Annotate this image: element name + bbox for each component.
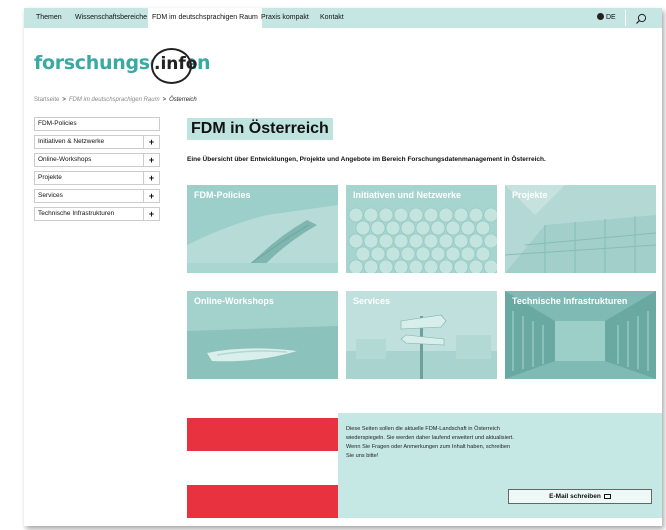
page-subtitle: Eine Übersicht über Entwicklungen, Proje…: [187, 156, 546, 163]
top-navigation: Themen Wissenschaftsbereiche FDM im deut…: [24, 8, 662, 28]
tile-online-workshops[interactable]: Online-Workshops: [187, 291, 338, 379]
language-label: DE: [606, 14, 616, 21]
page-title: FDM in Österreich: [187, 118, 333, 140]
flag-stripe-white: [187, 451, 338, 485]
page: Themen Wissenschaftsbereiche FDM im deut…: [24, 8, 662, 526]
flag-stripe-red-bottom: [187, 485, 338, 518]
tile-fdm-policies[interactable]: FDM-Policies: [187, 185, 338, 273]
sidebar-item-services[interactable]: Services +: [34, 189, 160, 203]
globe-icon: [597, 13, 604, 20]
expand-icon[interactable]: +: [143, 153, 159, 167]
sidebar-item-fdm-policies[interactable]: FDM-Policies: [34, 117, 160, 131]
tile-label: Services: [353, 296, 391, 306]
breadcrumb-home[interactable]: Startseite: [34, 97, 59, 103]
expand-icon[interactable]: +: [143, 207, 159, 221]
breadcrumb: Startseite > FDM im deutschsprachigen Raum…: [34, 97, 197, 103]
sidebar-item-label: Projekte: [38, 174, 62, 181]
envelope-icon: [603, 494, 611, 499]
logo-suffix: .info: [154, 54, 198, 74]
email-button-label: E-Mail schreiben: [549, 493, 601, 500]
sidebar-item-label: Initiativen & Netzwerke: [38, 138, 105, 145]
expand-icon[interactable]: +: [143, 171, 159, 185]
sidebar-navigation: FDM-Policies Initiativen & Netzwerke + O…: [34, 117, 160, 225]
tile-projekte[interactable]: Projekte: [505, 185, 656, 273]
sidebar-item-label: Services: [38, 192, 63, 199]
nav-item-themen[interactable]: Themen: [36, 8, 62, 28]
sidebar-item-label: Technische Infrastrukturen: [38, 210, 115, 217]
tile-initiativen-netzwerke[interactable]: Initiativen und Netzwerke: [346, 185, 497, 273]
tile-label: FDM-Policies: [194, 190, 251, 200]
sidebar-item-projekte[interactable]: Projekte +: [34, 171, 160, 185]
nav-item-wissenschaftsbereiche[interactable]: Wissenschaftsbereiche: [75, 8, 147, 28]
breadcrumb-current: Österreich: [169, 97, 197, 103]
info-text: Diese Seiten sollen die aktuelle FDM-Lan…: [346, 426, 514, 459]
nav-item-praxis-kompakt[interactable]: Praxis kompakt: [261, 8, 309, 28]
nav-item-fdm-raum[interactable]: FDM im deutschsprachigen Raum: [148, 8, 262, 28]
search-icon[interactable]: [634, 12, 648, 26]
sidebar-item-technische-infrastrukturen[interactable]: Technische Infrastrukturen +: [34, 207, 160, 221]
language-switcher[interactable]: DE: [597, 8, 616, 28]
sidebar-item-label: Online-Workshops: [38, 156, 92, 163]
sidebar-item-initiativen[interactable]: Initiativen & Netzwerke +: [34, 135, 160, 149]
breadcrumb-separator: >: [162, 97, 167, 103]
tile-services[interactable]: Services: [346, 291, 497, 379]
flag-stripe-red-top: [187, 418, 338, 451]
austria-flag: [187, 418, 338, 518]
nav-item-kontakt[interactable]: Kontakt: [320, 8, 344, 28]
tile-label: Projekte: [512, 190, 548, 200]
breadcrumb-fdm-raum[interactable]: FDM im deutschsprachigen Raum: [69, 97, 160, 103]
tile-label: Online-Workshops: [194, 296, 274, 306]
expand-icon[interactable]: +: [143, 135, 159, 149]
sidebar-item-label: FDM-Policies: [38, 120, 77, 127]
sidebar-item-online-workshops[interactable]: Online-Workshops +: [34, 153, 160, 167]
tile-technische-infrastrukturen[interactable]: Technische Infrastrukturen: [505, 291, 656, 379]
expand-icon[interactable]: +: [143, 189, 159, 203]
nav-divider: [625, 10, 626, 26]
tile-label: Technische Infrastrukturen: [512, 296, 628, 306]
email-button[interactable]: E-Mail schreiben: [508, 489, 652, 504]
breadcrumb-separator: >: [62, 97, 66, 103]
tile-label: Initiativen und Netzwerke: [353, 190, 462, 200]
